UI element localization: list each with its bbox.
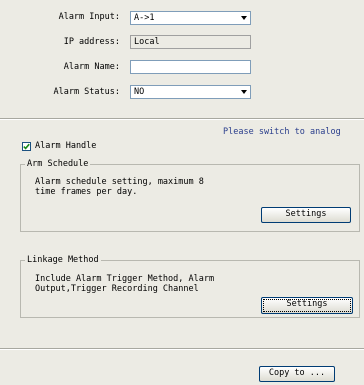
copy-to-button[interactable]: Copy to ... (259, 366, 335, 382)
arm-schedule-settings-button[interactable]: Settings (261, 207, 351, 223)
alarm-handle-checkbox-row[interactable]: Alarm Handle (22, 141, 96, 151)
arm-schedule-group: Arm Schedule Alarm schedule setting, max… (20, 159, 360, 232)
alarm-status-label: Alarm Status: (53, 87, 120, 97)
chevron-down-icon[interactable] (237, 12, 250, 24)
alarm-input-label: Alarm Input: (58, 12, 120, 22)
analog-switch-note: Please switch to analog (223, 127, 341, 137)
arm-schedule-title: Arm Schedule (25, 159, 91, 169)
ip-address-field: Local (130, 35, 251, 49)
alarm-name-label: Alarm Name: (63, 62, 120, 72)
alarm-handle-checkbox[interactable] (22, 141, 31, 151)
checkmark-icon (23, 143, 30, 150)
separator (0, 348, 364, 350)
arm-schedule-description: Alarm schedule setting, maximum 8 time f… (35, 177, 204, 197)
separator (0, 118, 364, 120)
ip-address-label: IP address: (63, 37, 120, 47)
linkage-method-description: Include Alarm Trigger Method, Alarm Outp… (35, 274, 215, 294)
alarm-name-input[interactable] (130, 60, 251, 74)
alarm-status-dropdown[interactable]: NO (130, 85, 251, 99)
linkage-settings-button[interactable]: Settings (261, 297, 353, 314)
alarm-input-dropdown[interactable]: A->1 (130, 11, 251, 25)
chevron-down-icon[interactable] (237, 86, 250, 98)
alarm-handle-label: Alarm Handle (35, 141, 97, 151)
linkage-method-title: Linkage Method (25, 255, 101, 265)
linkage-method-group: Linkage Method Include Alarm Trigger Met… (20, 255, 360, 318)
alarm-input-value: A->1 (134, 13, 155, 23)
alarm-status-value: NO (134, 87, 145, 97)
